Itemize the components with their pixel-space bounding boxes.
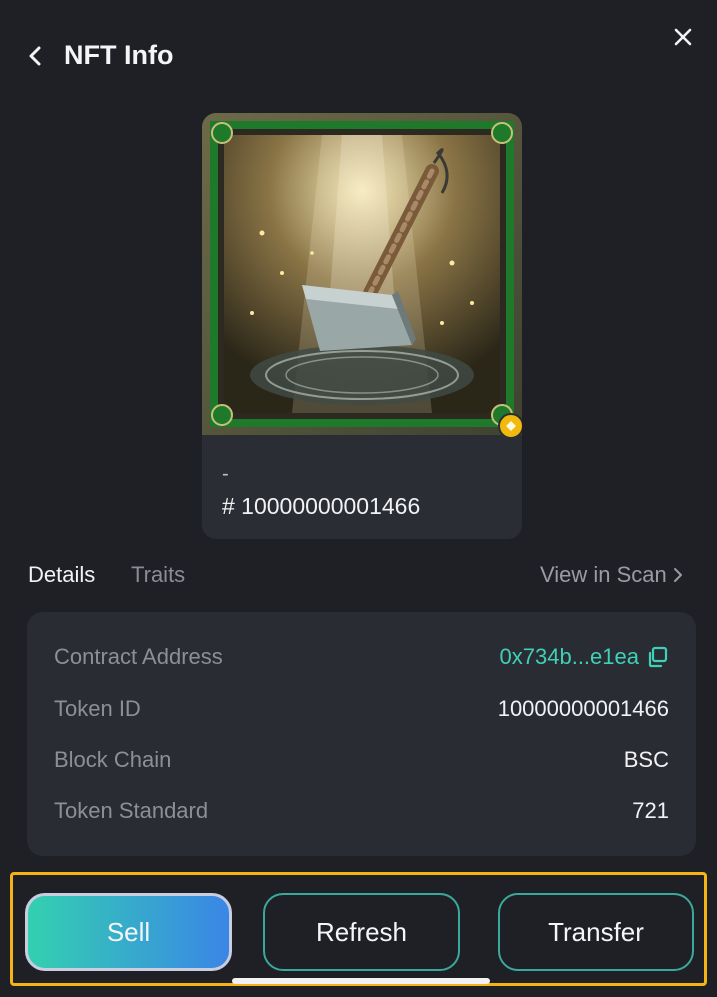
tab-details[interactable]: Details	[28, 562, 95, 588]
bnb-chain-icon	[498, 413, 522, 439]
nft-card[interactable]: - # 10000000001466	[202, 113, 522, 539]
detail-row-token-standard: Token Standard 721	[54, 798, 669, 828]
detail-label: Block Chain	[54, 747, 172, 772]
detail-label: Token Standard	[54, 798, 209, 823]
details-card: Contract Address 0x734b...e1ea Token ID …	[27, 612, 696, 856]
view-in-scan-link[interactable]: View in Scan	[540, 562, 685, 588]
view-in-scan-label: View in Scan	[540, 562, 667, 587]
detail-row-contract-address: Contract Address 0x734b...e1ea	[54, 644, 669, 674]
transfer-button[interactable]: Transfer	[498, 893, 694, 971]
nft-name: -	[222, 463, 229, 485]
chevron-right-icon	[673, 568, 682, 582]
refresh-button[interactable]: Refresh	[263, 893, 460, 971]
page-title: NFT Info	[64, 40, 174, 70]
home-indicator	[232, 978, 490, 984]
contract-address-value[interactable]: 0x734b...e1ea	[500, 644, 669, 670]
tab-traits[interactable]: Traits	[131, 562, 185, 588]
nft-token-id: # 10000000001466	[222, 493, 421, 519]
copy-icon[interactable]	[645, 645, 669, 669]
header: NFT Info	[0, 0, 717, 112]
nft-image	[202, 113, 522, 435]
contract-address-text: 0x734b...e1ea	[499, 644, 639, 669]
detail-row-block-chain: Block Chain BSC	[54, 747, 669, 777]
close-icon[interactable]	[668, 22, 698, 52]
block-chain-value: BSC	[623, 747, 669, 772]
detail-row-token-id: Token ID 10000000001466	[54, 696, 669, 726]
sell-button[interactable]: Sell	[25, 893, 232, 971]
detail-label: Contract Address	[54, 644, 223, 669]
back-arrow-icon[interactable]	[24, 42, 48, 70]
detail-label: Token ID	[54, 696, 141, 721]
token-standard-value: 721	[632, 798, 669, 823]
token-id-value: 10000000001466	[497, 696, 669, 721]
